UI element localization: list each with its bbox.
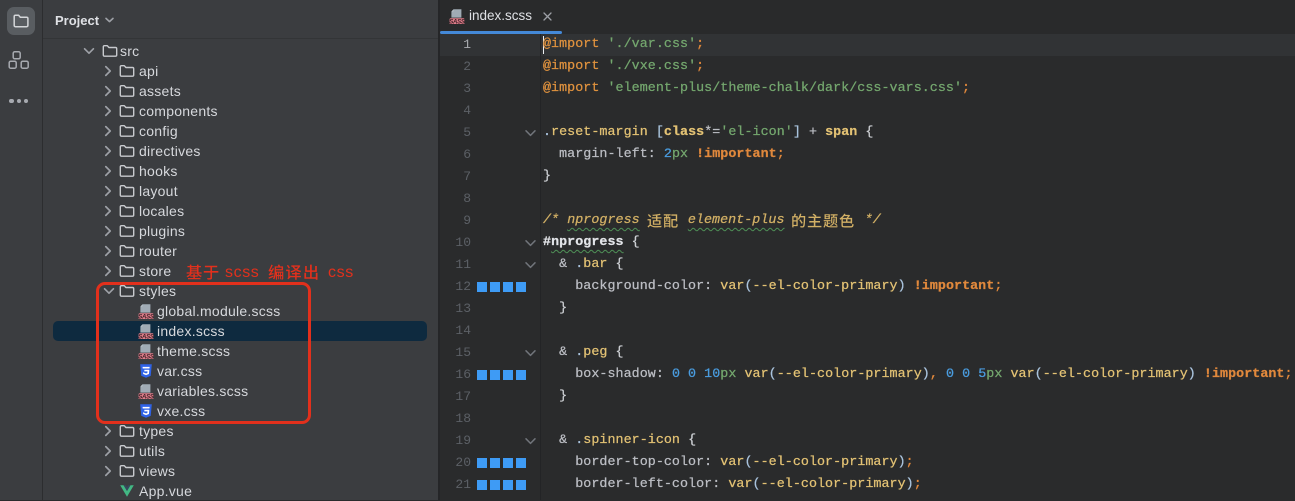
svg-text:SASS: SASS <box>449 19 465 24</box>
